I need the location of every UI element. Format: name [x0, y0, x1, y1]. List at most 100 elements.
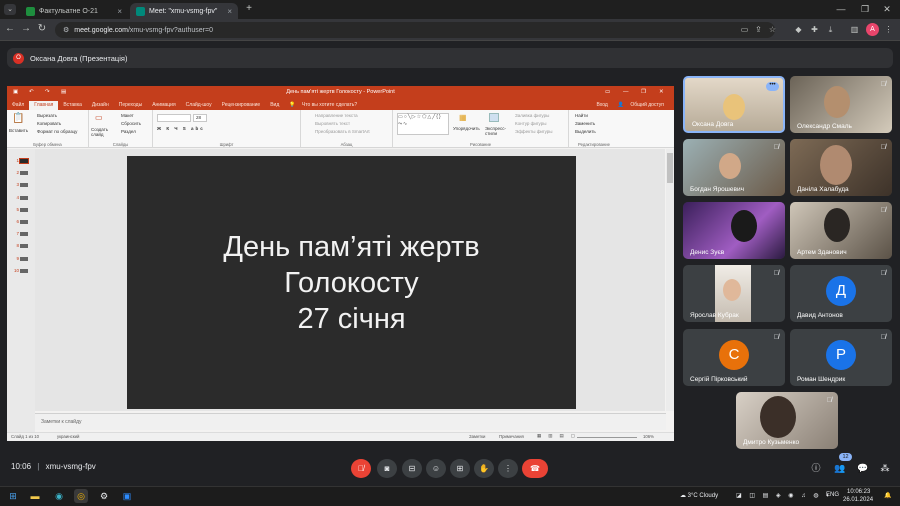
participant-tile[interactable]: Денис Зуєв	[683, 202, 785, 259]
participant-avatar: Д	[826, 275, 856, 306]
reset-label: Сбросить	[121, 121, 142, 126]
mic-muted-icon: 🎙̸	[880, 270, 886, 277]
slide-thumbnail[interactable]	[20, 183, 28, 188]
slide-thumbnail[interactable]	[20, 256, 28, 261]
mic-muted-icon: 🎙̸	[773, 334, 779, 341]
tab-facultative[interactable]: Фактульатне О-21 ×	[20, 3, 128, 19]
ribbon-group-paragraph: Направление текста Выровнять текст Преоб…	[301, 110, 393, 148]
tab-meet[interactable]: Meet: "xmu-vsmg-fpv" ×	[130, 3, 238, 19]
presenter-label: Оксана Довга (Презентація)	[30, 53, 128, 63]
raise-hand-button[interactable]: ✋	[474, 459, 494, 478]
participant-tile[interactable]: ••• Оксана Довга	[683, 76, 785, 133]
slide-thumbnail-number[interactable]: 1	[11, 158, 19, 163]
slide-thumbnail[interactable]	[20, 268, 28, 273]
participant-tile[interactable]: Д 🎙̸ Давид Антонов	[790, 265, 892, 322]
file-explorer-icon[interactable]: ▬	[28, 489, 42, 503]
minimize-button[interactable]: —	[830, 2, 852, 16]
edge-icon[interactable]: ◉	[52, 489, 66, 503]
close-tab-icon[interactable]: ×	[227, 7, 232, 16]
video-person	[723, 279, 741, 301]
section-label: Раздел	[121, 129, 136, 134]
tell-me-text: Что вы хотите сделать?	[301, 102, 358, 108]
ppt-tell-me: 💡 Что вы хотите сделать?	[284, 101, 367, 110]
layout-label: Макет	[121, 113, 134, 118]
extension-icon[interactable]: ◆	[792, 23, 805, 36]
slide-thumbnail-number[interactable]: 10	[11, 268, 19, 273]
mic-toggle-button[interactable]: 🎙̸	[351, 459, 371, 478]
current-slide: День пам’яті жертв Голокосту 27 січня	[127, 156, 576, 409]
tray-icons[interactable]: ◪ ◫ ▤ ◈ ◉ ♫ ◍ ◐	[736, 492, 833, 499]
restore-button[interactable]: ❐	[854, 2, 876, 16]
share-page-icon[interactable]: ⇪	[752, 23, 765, 36]
downloads-icon[interactable]: ⤓	[824, 23, 837, 36]
address-bar[interactable]: ⚙ meet.google.com/xmu-vsmg-fpv?authuser=…	[55, 22, 775, 38]
settings-icon[interactable]: ⚙	[97, 489, 111, 503]
participant-tile[interactable]: 🎙̸ Богдан Ярошевич	[683, 139, 785, 196]
notification-icon[interactable]: 🔔	[884, 492, 891, 499]
camera-in-use-icon[interactable]: ▭	[738, 23, 751, 36]
chat-icon[interactable]: 💬	[855, 460, 871, 476]
new-tab-button[interactable]: +	[243, 3, 255, 15]
input-language[interactable]: ENG	[826, 492, 839, 498]
slide-thumbnail-number[interactable]: 3	[11, 182, 19, 187]
weather-widget[interactable]: ☁ 3°C Cloudy	[680, 492, 718, 499]
slide-thumbnail-number[interactable]: 6	[11, 219, 19, 224]
mic-muted-icon: 🎙̸	[880, 81, 886, 88]
participant-tile[interactable]: 🎙̸ Артем Зданович	[790, 202, 892, 259]
participant-name: Оксана Довга	[692, 121, 734, 128]
slide-thumbnail[interactable]	[19, 158, 29, 164]
leave-call-button[interactable]: ☎	[522, 459, 548, 478]
meeting-details-icon[interactable]: ⓘ	[808, 460, 824, 476]
slide-thumbnail[interactable]	[20, 220, 28, 224]
more-options-icon[interactable]: •••	[766, 82, 779, 91]
participant-tile[interactable]: С 🎙̸ Сергій Пірковський	[683, 329, 785, 386]
participant-tile[interactable]: 🎙̸ Даніла Халабуда	[790, 139, 892, 196]
tab-search-button[interactable]: ⌄	[4, 4, 16, 15]
participant-tile[interactable]: 🎙̸ Ярослав Кубрак	[683, 265, 785, 322]
chrome-icon[interactable]: ◎	[74, 489, 88, 503]
ribbon-group-slides: ▭ Создать слайд Макет Сбросить Раздел Сл…	[89, 110, 153, 148]
more-options-button[interactable]: ⋮	[498, 459, 518, 478]
slide-thumbnail[interactable]	[20, 207, 28, 212]
slide-thumbnail-number[interactable]: 8	[11, 243, 19, 248]
paste-label: Вставить	[9, 128, 29, 133]
captions-button[interactable]: ⊟	[402, 459, 422, 478]
start-icon[interactable]: ⊞	[6, 489, 20, 503]
back-icon[interactable]: ←	[3, 22, 17, 36]
slide-thumbnail-number[interactable]: 5	[11, 207, 19, 212]
slide-title-line-3: 27 січня	[297, 302, 406, 335]
participant-tile[interactable]: 🎙̸ Дмитро Кузьменко	[736, 392, 838, 449]
participant-tile[interactable]: 🎙̸ Олександр Смаль	[790, 76, 892, 133]
zoom-app-icon[interactable]: ▣	[120, 489, 134, 503]
ppt-tab-view: Вид	[270, 102, 280, 108]
slide-thumbnail[interactable]	[20, 232, 28, 237]
site-info-icon[interactable]: ⚙	[63, 26, 69, 34]
side-panel-icon[interactable]: ▥	[848, 23, 861, 36]
close-tab-icon[interactable]: ×	[117, 7, 122, 16]
reload-icon[interactable]: ↻	[35, 22, 49, 36]
slide-thumbnail-number[interactable]: 7	[11, 231, 19, 236]
present-screen-button[interactable]: ⊞	[450, 459, 470, 478]
slide-thumbnail-number[interactable]: 4	[11, 195, 19, 200]
people-icon[interactable]: 👥	[832, 460, 848, 476]
ppt-tab-file: Файл	[12, 102, 25, 108]
close-window-button[interactable]: ✕	[876, 2, 898, 16]
activities-icon[interactable]: ⁂	[877, 460, 893, 476]
browser-menu-icon[interactable]: ⋮	[882, 23, 895, 36]
slide-thumbnail[interactable]	[20, 195, 28, 200]
forward-icon[interactable]: →	[19, 22, 33, 36]
profile-avatar[interactable]: A	[866, 23, 879, 36]
slide-title-line-2: Голокосту	[284, 266, 419, 299]
bookmark-star-icon[interactable]: ☆	[766, 23, 779, 36]
participant-tile[interactable]: Р 🎙̸ Роман Шендрик	[790, 329, 892, 386]
status-slide-count: Слайд 1 из 10	[11, 434, 40, 439]
slide-thumbnail[interactable]	[20, 171, 28, 176]
participant-name: Богдан Ярошевич	[690, 186, 744, 193]
smartart-label: Преобразовать в SmartArt	[315, 129, 370, 134]
slide-thumbnail-number[interactable]: 2	[11, 170, 19, 175]
camera-toggle-button[interactable]: ◙	[377, 459, 397, 478]
slide-thumbnail-number[interactable]: 9	[11, 256, 19, 261]
emoji-reactions-button[interactable]: ☺	[426, 459, 446, 478]
extensions-icon[interactable]: ✚	[808, 23, 821, 36]
slide-thumbnail[interactable]	[20, 244, 28, 249]
